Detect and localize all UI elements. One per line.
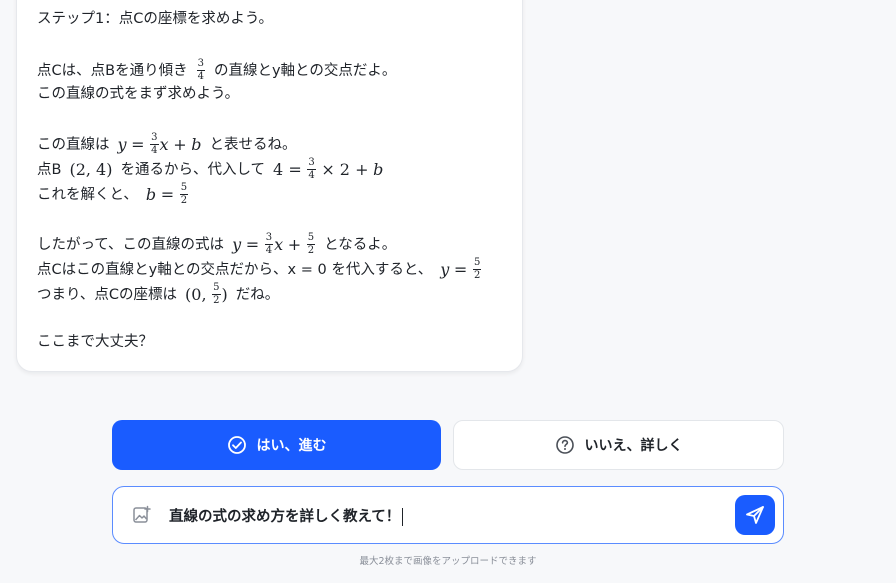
text: つまり、点Cの座標は bbox=[37, 286, 178, 303]
text: ここまで大丈夫？ bbox=[37, 334, 153, 350]
math-point: (2, 4) bbox=[69, 159, 113, 179]
math-op: = bbox=[160, 184, 175, 204]
message-input-value: 直線の式の求め方を詳しく教えて！ bbox=[169, 509, 401, 525]
no-details-button[interactable]: いいえ、詳しく bbox=[453, 420, 784, 470]
denominator: 4 bbox=[197, 71, 204, 82]
text: したがって、この直線の式は bbox=[37, 236, 225, 253]
send-icon bbox=[746, 506, 764, 524]
denominator: 4 bbox=[151, 145, 158, 156]
text: の直線とy軸との交点だよ。 bbox=[213, 62, 397, 79]
fraction: 52 bbox=[306, 232, 316, 256]
yes-continue-label: はい、進む bbox=[256, 438, 327, 454]
message-closing: ここまで大丈夫？ bbox=[37, 332, 153, 352]
fraction: 34 bbox=[150, 132, 159, 156]
numerator: 5 bbox=[306, 232, 316, 245]
math-var: b bbox=[373, 159, 384, 179]
math-op: = bbox=[131, 134, 145, 154]
text: この直線の式をまず求めよう。 bbox=[37, 86, 240, 102]
send-button[interactable] bbox=[735, 495, 775, 535]
message-composer: 直線の式の求め方を詳しく教えて！ bbox=[112, 486, 784, 544]
denominator: 2 bbox=[473, 270, 481, 281]
math-op: = bbox=[245, 234, 260, 254]
text: 点Cはこの直線とy軸との交点だから、x = 0 を代入すると、 bbox=[37, 261, 433, 278]
math-var: b bbox=[191, 134, 202, 154]
numerator: 3 bbox=[307, 157, 316, 170]
text: となるよ。 bbox=[324, 236, 397, 253]
image-add-icon[interactable] bbox=[132, 505, 152, 525]
math-var: x bbox=[159, 134, 169, 154]
step-title-text: ステップ1：点Cの座標を求めよう。 bbox=[37, 11, 273, 27]
math-paren-open: (0, bbox=[185, 284, 207, 304]
numerator: 3 bbox=[150, 132, 159, 145]
denominator: 4 bbox=[308, 170, 315, 181]
question-circle-icon bbox=[555, 436, 574, 454]
message-line-5: これを解くと、 b = 52 bbox=[37, 183, 189, 206]
text: これを解くと、 bbox=[37, 186, 138, 203]
message-line-1: 点Cは、点Bを通り傾き 34 の直線とy軸との交点だよ。 bbox=[37, 59, 396, 82]
text: だね。 bbox=[235, 286, 280, 303]
fraction: 52 bbox=[212, 282, 221, 306]
fraction: 34 bbox=[196, 58, 205, 82]
upload-hint: 最大2枚まで画像をアップロードできます bbox=[359, 556, 537, 567]
numerator: 3 bbox=[196, 58, 205, 71]
math-var: x bbox=[274, 234, 284, 254]
math-op: + bbox=[287, 234, 302, 254]
yes-continue-button[interactable]: はい、進む bbox=[112, 420, 441, 470]
text: 点B bbox=[37, 161, 62, 178]
message-line-6: したがって、この直線の式は y = 34 x + 52 となるよ。 bbox=[37, 233, 396, 256]
text-caret bbox=[402, 508, 404, 526]
numerator: 3 bbox=[264, 232, 274, 245]
text: この直線は bbox=[37, 136, 110, 153]
message-line-3: この直線は y = 34 x + b と表せるね。 bbox=[37, 133, 296, 156]
denominator: 2 bbox=[213, 295, 220, 306]
fraction: 34 bbox=[264, 232, 274, 256]
numerator: 5 bbox=[179, 182, 189, 195]
numerator: 5 bbox=[472, 257, 482, 270]
message-line-4: 点B (2, 4) を通るから、代入して 4 = 34 × 2 + b bbox=[37, 158, 383, 181]
text: を通るから、代入して bbox=[120, 161, 266, 178]
math-expr: × 2 + bbox=[321, 159, 369, 179]
math-var: b bbox=[145, 184, 157, 204]
no-details-label: いいえ、詳しく bbox=[584, 438, 683, 454]
message-line-7: 点Cはこの直線とy軸との交点だから、x = 0 を代入すると、 y = 52 bbox=[37, 258, 482, 281]
denominator: 2 bbox=[180, 195, 188, 206]
message-line-8: つまり、点Cの座標は (0, 52 ) だね。 bbox=[37, 283, 279, 306]
message-line-2: この直線の式をまず求めよう。 bbox=[37, 84, 239, 104]
message-input[interactable]: 直線の式の求め方を詳しく教えて！ bbox=[169, 505, 729, 527]
fraction: 52 bbox=[472, 257, 482, 281]
math-op: + bbox=[173, 134, 187, 154]
denominator: 4 bbox=[265, 245, 273, 256]
denominator: 2 bbox=[307, 245, 315, 256]
step-title: ステップ1：点Cの座標を求めよう。 bbox=[37, 9, 273, 29]
fraction: 52 bbox=[179, 182, 189, 206]
text: と表せるね。 bbox=[209, 136, 297, 153]
math-var: y bbox=[232, 234, 242, 254]
fraction: 34 bbox=[307, 157, 316, 181]
math-expr: 4 = bbox=[273, 159, 302, 179]
check-circle-icon bbox=[227, 436, 246, 454]
math-var: y bbox=[440, 259, 450, 279]
numerator: 5 bbox=[212, 282, 221, 295]
math-paren-close: ) bbox=[221, 284, 228, 304]
math-op: = bbox=[453, 259, 468, 279]
math-var: y bbox=[117, 134, 127, 154]
text: 点Cは、点Bを通り傾き bbox=[37, 62, 188, 79]
